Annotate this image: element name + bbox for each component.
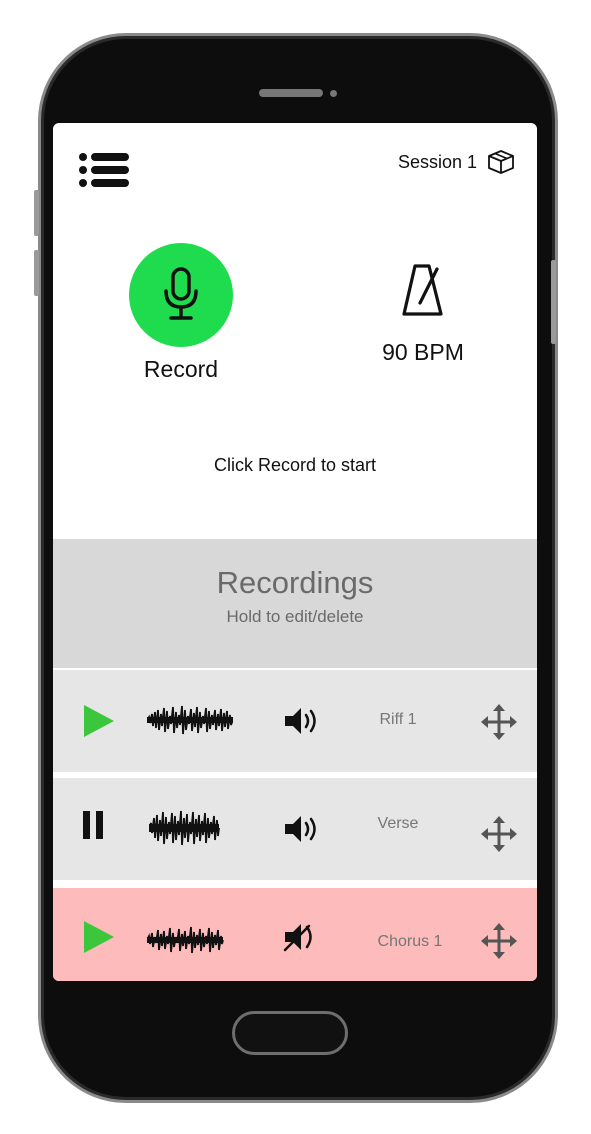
- side-button-right: [551, 260, 556, 344]
- side-button-left: [34, 190, 39, 236]
- recording-row[interactable]: Riff 1: [53, 670, 537, 772]
- volume-icon[interactable]: [283, 814, 319, 844]
- session-selector[interactable]: Session 1: [398, 149, 515, 175]
- record-button[interactable]: [129, 243, 233, 347]
- waveform: [149, 810, 220, 846]
- metronome-icon: [402, 264, 443, 316]
- recording-row[interactable]: Chorus 1: [53, 888, 537, 981]
- bpm-label: 90 BPM: [382, 339, 464, 365]
- recordings-header: Recordings Hold to edit/delete: [53, 539, 537, 668]
- box-icon: [488, 150, 514, 174]
- move-handle-icon[interactable]: [481, 816, 517, 852]
- recording-name: Verse: [377, 815, 419, 832]
- move-handle-icon[interactable]: [481, 704, 517, 740]
- waveform: [147, 926, 224, 954]
- hamburger-list-icon[interactable]: [79, 152, 129, 188]
- recordings-title: Recordings: [216, 565, 374, 600]
- recordings-subtitle: Hold to edit/delete: [226, 607, 364, 626]
- side-button-left-2: [34, 250, 39, 296]
- status-hint: Click Record to start: [213, 455, 377, 475]
- record-control: Record: [129, 243, 233, 383]
- phone-speaker: [259, 89, 323, 97]
- pause-icon[interactable]: [81, 808, 115, 842]
- microphone-icon: [164, 267, 198, 320]
- metronome-control[interactable]: 90 BPM: [368, 263, 478, 366]
- recording-row[interactable]: Verse: [53, 778, 537, 880]
- recording-name: Chorus 1: [377, 933, 443, 950]
- move-handle-icon[interactable]: [481, 923, 517, 959]
- phone-camera: [330, 90, 337, 97]
- waveform: [147, 705, 233, 735]
- play-icon[interactable]: [81, 704, 115, 738]
- volume-icon[interactable]: [283, 706, 319, 736]
- session-label: Session 1: [397, 151, 477, 172]
- record-label: Record: [143, 356, 219, 382]
- play-icon[interactable]: [81, 920, 115, 954]
- recording-name: Riff 1: [379, 711, 417, 728]
- home-button[interactable]: [232, 1011, 348, 1055]
- app-screen: Session 1 Record 90 BPM Click Record to …: [53, 123, 537, 981]
- mute-icon[interactable]: [283, 922, 319, 952]
